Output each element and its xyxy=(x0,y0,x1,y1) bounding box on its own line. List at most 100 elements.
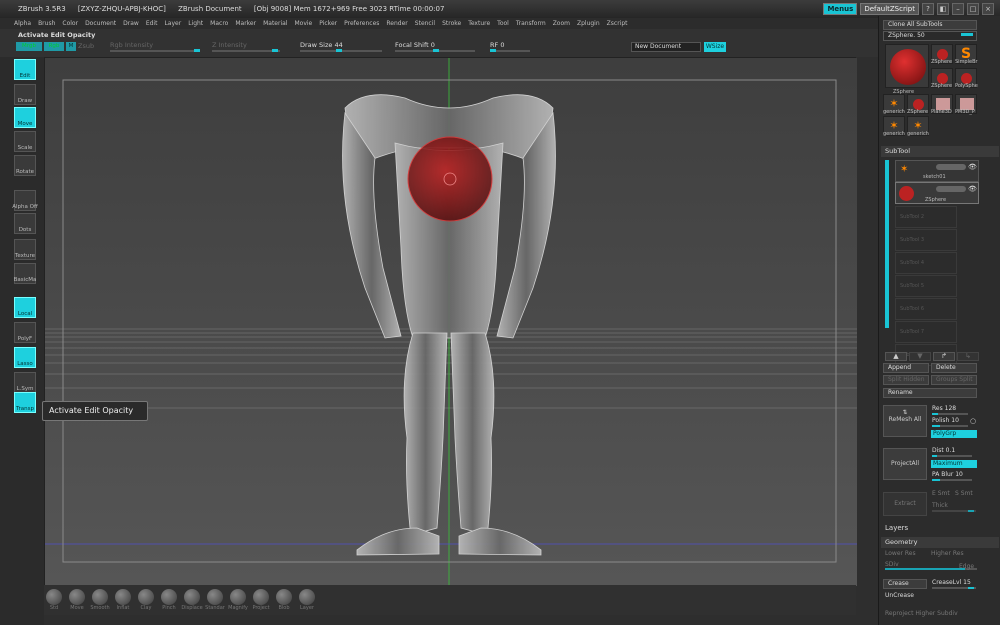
pa-blur-slider[interactable] xyxy=(932,479,972,481)
crease-button[interactable]: Crease xyxy=(883,579,927,589)
z-intensity-slider[interactable] xyxy=(212,49,280,52)
maximize-icon[interactable]: □ xyxy=(967,3,979,15)
m-button[interactable]: M xyxy=(66,42,76,51)
app-name: ZBrush 3.5R3 xyxy=(18,5,66,13)
brush-inflat-icon[interactable] xyxy=(115,589,131,605)
menu-alpha[interactable]: Alpha xyxy=(14,18,31,29)
menu-zplugin[interactable]: Zplugin xyxy=(577,18,600,29)
delete-button[interactable]: Delete xyxy=(931,363,977,373)
menu-picker[interactable]: Picker xyxy=(319,18,337,29)
rf-slider[interactable] xyxy=(490,49,530,52)
menu-transform[interactable]: Transform xyxy=(516,18,546,29)
z-intensity-label: Z Intensity xyxy=(212,41,247,49)
reproject-button[interactable]: Reproject Higher Subdiv xyxy=(885,610,958,617)
default-zscript-button[interactable]: DefaultZScript xyxy=(860,3,919,15)
minimize-icon[interactable]: – xyxy=(952,3,964,15)
move-down-icon[interactable]: ▼ xyxy=(909,352,931,361)
layers-header[interactable]: Layers xyxy=(885,524,908,532)
menu-render[interactable]: Render xyxy=(386,18,407,29)
menu-stroke[interactable]: Stroke xyxy=(442,18,461,29)
uncrease-button[interactable]: UnCrease xyxy=(885,592,914,599)
menu-movie[interactable]: Movie xyxy=(294,18,312,29)
merge-icon[interactable]: ↱ xyxy=(933,352,955,361)
subtool-empty-slot[interactable]: SubTool 6 xyxy=(895,298,957,320)
project-all-button[interactable]: ProjectAll xyxy=(883,448,927,480)
menu-document[interactable]: Document xyxy=(85,18,116,29)
zadd-button[interactable]: Zsub xyxy=(78,42,94,50)
tool-label-8: PM3D_P xyxy=(955,109,975,115)
close-icon[interactable]: × xyxy=(982,3,994,15)
brush-project-icon[interactable] xyxy=(253,589,269,605)
menu-brush[interactable]: Brush xyxy=(38,18,55,29)
subtool-empty-slot[interactable]: SubTool 4 xyxy=(895,252,957,274)
rename-button[interactable]: Rename xyxy=(883,388,977,398)
res-slider[interactable] xyxy=(932,413,968,415)
groups-split-button[interactable]: Groups Split xyxy=(931,375,977,385)
clone-button[interactable]: Clone All SubTools xyxy=(883,20,977,30)
polygrp-toggle[interactable]: PolyGrp xyxy=(931,430,977,438)
subtool-empty-slot[interactable]: SubTool 2 xyxy=(895,206,957,228)
draw-size-slider[interactable] xyxy=(300,49,382,52)
brush-smooth-icon[interactable] xyxy=(92,589,108,605)
brush-standar-icon[interactable] xyxy=(207,589,223,605)
menu-zoom[interactable]: Zoom xyxy=(553,18,570,29)
subtool-empty-slot[interactable]: SubTool 5 xyxy=(895,275,957,297)
menu-macro[interactable]: Macro xyxy=(210,18,228,29)
layout-icon[interactable]: ◧ xyxy=(937,3,949,15)
extract-button[interactable]: Extract xyxy=(883,492,927,516)
menu-preferences[interactable]: Preferences xyxy=(344,18,379,29)
menu-draw[interactable]: Draw xyxy=(123,18,139,29)
polish-circle-icon[interactable]: ○ xyxy=(970,417,976,425)
move-up-icon[interactable]: ▲ xyxy=(885,352,907,361)
dist-slider[interactable] xyxy=(932,455,972,457)
brush-magnify-icon[interactable] xyxy=(230,589,246,605)
menu-material[interactable]: Material xyxy=(263,18,287,29)
higher-res-button[interactable]: Higher Res xyxy=(931,550,964,557)
draw-size-label: Draw Size 44 xyxy=(300,41,343,49)
rgb-button[interactable]: Rgb xyxy=(44,42,64,51)
rgb-intensity-slider[interactable] xyxy=(110,49,200,52)
brush-move-icon[interactable] xyxy=(69,589,85,605)
menu-marker[interactable]: Marker xyxy=(235,18,256,29)
brush-displace-icon[interactable] xyxy=(184,589,200,605)
brush-blob-icon[interactable] xyxy=(276,589,292,605)
mrgb-button[interactable]: Mrgb xyxy=(16,42,42,51)
thick-slider[interactable] xyxy=(932,510,976,512)
split-hidden-button[interactable]: Split Hidden xyxy=(883,375,929,385)
viewport-canvas[interactable] xyxy=(44,57,857,586)
menu-tool[interactable]: Tool xyxy=(497,18,509,29)
arrow-icon[interactable]: ↳ xyxy=(957,352,979,361)
menu-color[interactable]: Color xyxy=(62,18,78,29)
append-button[interactable]: Append xyxy=(883,363,929,373)
brush-pinch-icon[interactable] xyxy=(161,589,177,605)
menu-light[interactable]: Light xyxy=(188,18,203,29)
subtool-empty-slot[interactable]: SubTool 7 xyxy=(895,321,957,343)
brush-layer-icon[interactable] xyxy=(299,589,315,605)
geometry-header[interactable]: Geometry xyxy=(881,537,999,548)
subtool-empty-slot[interactable]: SubTool 3 xyxy=(895,229,957,251)
tool-slider[interactable] xyxy=(961,33,973,36)
tool-label-6: ZSphere xyxy=(907,109,929,115)
menu-texture[interactable]: Texture xyxy=(468,18,490,29)
wsize-button[interactable]: WSize xyxy=(704,42,726,52)
new-document-button[interactable]: New Document xyxy=(631,42,701,52)
maximum-toggle[interactable]: Maximum xyxy=(931,460,977,468)
focal-shift-slider[interactable] xyxy=(395,49,475,52)
remesh-all-button[interactable]: ⇅ ReMesh All xyxy=(883,405,927,437)
tool-label: Draw xyxy=(17,98,33,104)
brush-std-icon[interactable] xyxy=(46,589,62,605)
polish-slider[interactable] xyxy=(932,425,968,427)
tool-label-10: generich xyxy=(907,131,929,137)
menu-edit[interactable]: Edit xyxy=(146,18,158,29)
menu-zscript[interactable]: Zscript xyxy=(607,18,628,29)
subtool-scrollbar[interactable] xyxy=(885,160,889,328)
lower-res-button[interactable]: Lower Res xyxy=(885,550,916,557)
creaselvl-slider[interactable] xyxy=(932,587,976,589)
menu-stencil[interactable]: Stencil xyxy=(415,18,435,29)
subtool-header[interactable]: SubTool xyxy=(881,146,999,157)
help-icon[interactable]: ? xyxy=(922,3,934,15)
brush-clay-icon[interactable] xyxy=(138,589,154,605)
menus-button[interactable]: Menus xyxy=(823,3,858,15)
current-tool-thumb[interactable] xyxy=(885,44,929,88)
menu-layer[interactable]: Layer xyxy=(164,18,181,29)
